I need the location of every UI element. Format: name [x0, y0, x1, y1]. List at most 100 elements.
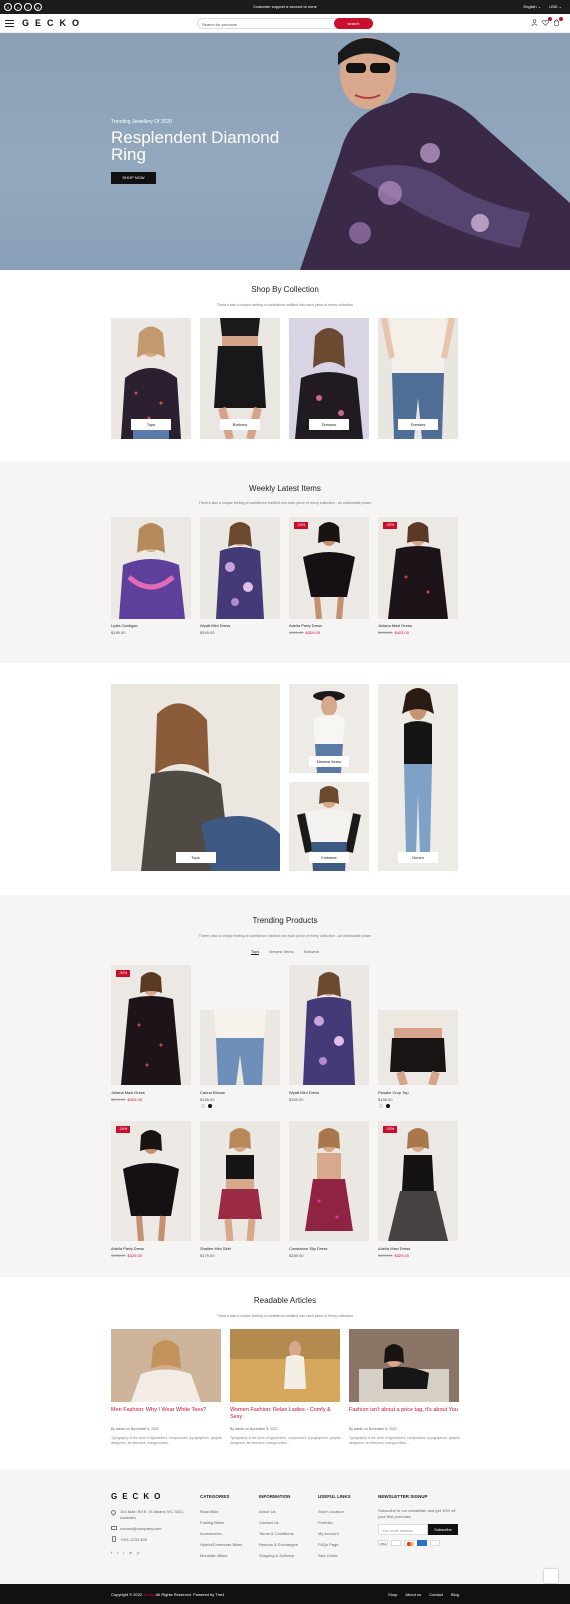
- footer-email[interactable]: contact@company.com: [120, 1526, 162, 1531]
- tab-newest-items[interactable]: Newest Items: [269, 949, 293, 955]
- article-image[interactable]: [111, 1329, 221, 1402]
- product-name[interactable]: Juliana Maxi Dress: [111, 1090, 145, 1095]
- article-image[interactable]: [349, 1329, 459, 1402]
- collection-title: Shop By Collection: [251, 285, 319, 294]
- product-price: $435.00 $329.00: [378, 1253, 409, 1258]
- back-to-top-button[interactable]: [544, 1569, 558, 1583]
- collection-label[interactable]: Tops: [131, 419, 171, 430]
- banner-label[interactable]: Denim: [398, 852, 438, 863]
- color-swatch-black[interactable]: [208, 1104, 212, 1108]
- bottom-link-blog[interactable]: Blog: [451, 1592, 459, 1597]
- product-price: $289.00: [289, 1253, 304, 1258]
- collection-card-dresses-2[interactable]: Dresses: [378, 318, 458, 439]
- article-title[interactable]: Men Fashion: Why I Wear White Tees?: [111, 1407, 223, 1414]
- footer-logo[interactable]: GECKO: [111, 1492, 165, 1501]
- footer-link[interactable]: Road Bike: [200, 1509, 218, 1514]
- product-card[interactable]: [200, 1010, 280, 1085]
- banner-knitwear[interactable]: Knitwear: [289, 782, 369, 871]
- pinterest-icon[interactable]: p: [137, 1550, 139, 1555]
- color-swatch-white[interactable]: [201, 1104, 205, 1108]
- wishlist-icon[interactable]: [542, 17, 552, 28]
- menu-icon[interactable]: [5, 20, 14, 27]
- hero-shop-button[interactable]: SHOP NOW: [111, 172, 156, 184]
- banner-denim[interactable]: Denim: [378, 684, 458, 871]
- linkedin-icon[interactable]: in: [129, 1550, 132, 1555]
- twitter-icon[interactable]: t: [117, 1550, 118, 1555]
- collection-card-dresses[interactable]: Dresses: [289, 318, 369, 439]
- newsletter-email-input[interactable]: Your email address: [378, 1524, 428, 1535]
- footer-link[interactable]: Shipping & Delivery: [259, 1553, 294, 1558]
- product-name[interactable]: Adelia Maxi Dress: [378, 1246, 410, 1251]
- footer-link[interactable]: FAQs Page: [318, 1542, 338, 1547]
- product-price: $158.00: [378, 1097, 393, 1102]
- footer-link[interactable]: My Account: [318, 1531, 339, 1536]
- footer-link[interactable]: About Us: [259, 1509, 275, 1514]
- collection-label[interactable]: Dresses: [309, 419, 349, 430]
- footer-link[interactable]: Size Guide: [318, 1553, 338, 1558]
- footer-link[interactable]: Portfolio: [318, 1520, 333, 1525]
- product-card[interactable]: [111, 517, 191, 619]
- product-price: $599.00 $403.00: [378, 630, 409, 635]
- footer-link[interactable]: Store Location: [318, 1509, 344, 1514]
- facebook-icon[interactable]: f: [111, 1550, 112, 1555]
- product-name[interactable]: Constance Slip Dress: [289, 1246, 327, 1251]
- instagram-icon[interactable]: i: [123, 1550, 124, 1555]
- footer-link[interactable]: Accessories: [200, 1531, 222, 1536]
- search-button[interactable]: search: [334, 18, 373, 29]
- footer-link[interactable]: Contact Us: [259, 1520, 279, 1525]
- footer-link[interactable]: Hybrid/Commuter Bikes: [200, 1542, 242, 1547]
- footer-information-title: INFORMATION: [259, 1494, 291, 1499]
- account-icon[interactable]: [531, 19, 538, 28]
- product-name[interactable]: Lydia Cardigan: [111, 623, 138, 628]
- product-name[interactable]: Juliana Maxi Dress: [378, 623, 412, 628]
- product-card[interactable]: -33%: [378, 1121, 458, 1241]
- product-card[interactable]: [289, 965, 369, 1085]
- site-logo[interactable]: GECKO: [22, 18, 85, 28]
- collection-label[interactable]: Dresses: [398, 419, 438, 430]
- banner-newest[interactable]: Newest Items: [289, 684, 369, 773]
- product-card[interactable]: -33%: [111, 965, 191, 1085]
- footer-link[interactable]: Returns & Exchanges: [259, 1542, 298, 1547]
- article-title[interactable]: Women Fashion: Relax Ladies - Comfy & Se…: [230, 1407, 342, 1421]
- bottom-link-about[interactable]: About us: [405, 1592, 421, 1597]
- article-title[interactable]: Fashion isn't about a price tag, it's ab…: [349, 1407, 461, 1414]
- product-name[interactable]: Carina Blouse: [200, 1090, 225, 1095]
- tab-tops[interactable]: Tops: [250, 949, 260, 955]
- banner-label[interactable]: Knitwear: [309, 852, 349, 863]
- product-card[interactable]: [289, 1121, 369, 1241]
- product-name[interactable]: Shallee Mini Skirt: [200, 1246, 231, 1251]
- collection-card-tops[interactable]: Tops: [111, 318, 191, 439]
- footer-link[interactable]: Mountain Bikes: [200, 1553, 227, 1558]
- color-swatch-white[interactable]: [379, 1104, 383, 1108]
- article-image[interactable]: [230, 1329, 340, 1402]
- footer-link[interactable]: Folding Bikes: [200, 1520, 224, 1525]
- footer-link[interactable]: Terms & Conditions: [259, 1531, 294, 1536]
- collection-label[interactable]: Bottoms: [220, 419, 260, 430]
- currency-select[interactable]: USD ⌄: [549, 4, 562, 9]
- color-swatch-black[interactable]: [386, 1104, 390, 1108]
- cart-icon[interactable]: [553, 17, 563, 28]
- bottom-link-contact[interactable]: Contact: [429, 1592, 443, 1597]
- product-name[interactable]: Rosalie Crop Top: [378, 1090, 409, 1095]
- product-name[interactable]: Adelia Party Dress: [111, 1246, 144, 1251]
- product-card[interactable]: [200, 1121, 280, 1241]
- product-card[interactable]: [200, 517, 280, 619]
- tab-knitwear[interactable]: Knitwear: [304, 949, 320, 955]
- banner-label[interactable]: Tops: [175, 852, 216, 863]
- product-card[interactable]: -24%: [111, 1121, 191, 1241]
- product-card[interactable]: -32%: [378, 517, 458, 619]
- banner-tops[interactable]: Tops: [111, 684, 280, 871]
- product-card[interactable]: [378, 1010, 458, 1085]
- subscribe-button[interactable]: Subscribe: [428, 1524, 458, 1535]
- language-select[interactable]: English ⌄: [523, 4, 541, 9]
- product-name[interactable]: Wyatt Mini Dress: [289, 1090, 319, 1095]
- articles-subtitle: There's also a unique feeling of confide…: [216, 1314, 354, 1318]
- bottom-link-shop[interactable]: Shop: [388, 1592, 397, 1597]
- product-card[interactable]: -24%: [289, 517, 369, 619]
- product-name[interactable]: Wyatt Mini Dress: [200, 623, 230, 628]
- copyright-brand[interactable]: Gecko: [143, 1592, 155, 1597]
- banner-label[interactable]: Newest Items: [309, 756, 349, 767]
- collection-card-bottoms[interactable]: Bottoms: [200, 318, 280, 439]
- product-name[interactable]: Adelia Party Dress: [289, 623, 322, 628]
- copyright-powered[interactable]: The4: [215, 1592, 224, 1597]
